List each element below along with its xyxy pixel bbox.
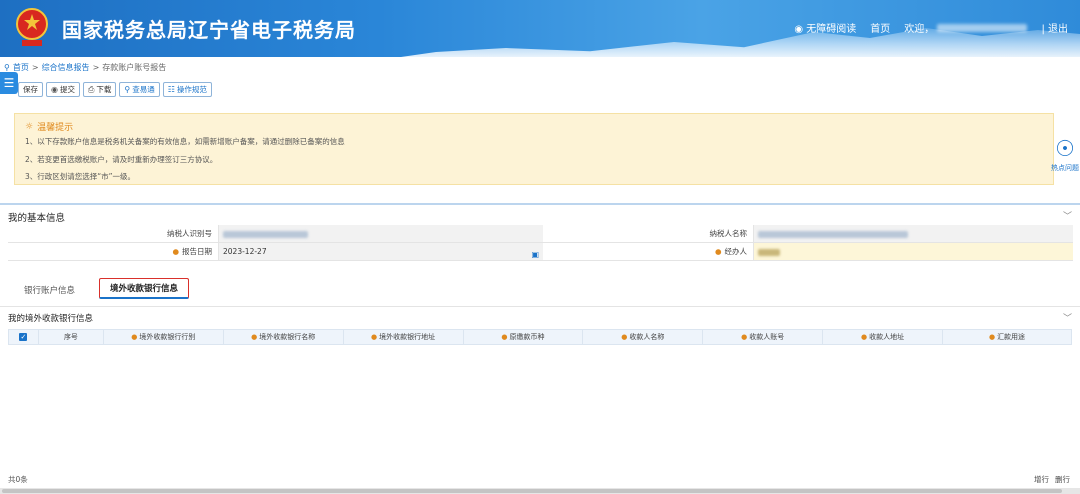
location-pin-icon: ⚲ (4, 63, 10, 72)
menu-toggle-button[interactable]: ☰ (0, 72, 18, 94)
handler-label: ● 经办人 (714, 247, 747, 256)
user-name-redacted (937, 24, 1028, 32)
form-row: 纳税人识别号 纳税人名称 (8, 225, 1073, 243)
download-icon: ⎙ (87, 84, 95, 94)
lightbulb-icon: ☼ (25, 121, 34, 132)
tab-overseas-banks[interactable]: 境外收款银行信息 (99, 278, 190, 299)
handler-field[interactable] (753, 243, 1073, 260)
column-header: ● 收款人名称 (582, 329, 704, 345)
section-title: 我的境外收款银行信息 (8, 314, 94, 324)
toolbar: 保存 ◉ 提交 ⎙ 下载 ⚲ 查易通 ☷ 操作规范 (18, 82, 212, 97)
breadcrumb-current: 存款账户账号报告 (102, 63, 167, 72)
submit-button[interactable]: ◉ 提交 (46, 82, 80, 97)
taxpayer-name-field (753, 225, 1073, 242)
basic-info-form: 纳税人识别号 纳税人名称 ● 报告日期 2023-12-27 ▣ ● 经办人 (8, 225, 1073, 261)
search-icon: ⚲ (124, 85, 131, 94)
report-date-field[interactable]: 2023-12-27 ▣ (218, 243, 543, 260)
delete-row-button[interactable]: 删行 (1055, 474, 1070, 485)
home-link[interactable]: 首页 (870, 20, 890, 35)
record-count: 共0条 (8, 475, 28, 484)
row-actions: 增行 删行 (1034, 474, 1070, 485)
header-nav: ◉ 无障碍阅读 首页 欢迎， | 退出 (794, 20, 1068, 35)
check-circle-icon: ◉ (51, 85, 58, 94)
select-all-checkbox[interactable]: ✓ (8, 329, 39, 345)
national-emblem-icon (16, 8, 48, 46)
tip-line: 1、以下存款账户信息是税务机关备案的有效信息，如需新增账户备案，请通过删除已备案… (25, 137, 345, 146)
site-title: 国家税务总局辽宁省电子税务局 (62, 18, 356, 42)
download-button[interactable]: ⎙ 下载 (82, 82, 117, 97)
chevron-down-icon: ﹀ (1062, 314, 1072, 324)
overseas-table: ✓ 序号 ● 境外收款银行行别 ● 境外收款银行名称 ● 境外收款银行地址 ● 原缴款币… (8, 329, 1072, 345)
horizontal-scrollbar[interactable] (0, 488, 1080, 494)
tips-title: ☼ 温馨提示 (25, 121, 74, 134)
breadcrumb: ⚲ 首页 > 综合信息报告 > 存款账户账号报告 (4, 62, 167, 73)
column-header: ● 汇款用途 (942, 329, 1072, 345)
basic-info-header[interactable]: 我的基本信息 ﹀ (0, 203, 1080, 224)
cursor-click-icon: ☉ (1055, 137, 1075, 162)
hotspot-help-button[interactable]: ☉ 热点问题 (1050, 137, 1080, 183)
column-header: ● 境外收款银行行别 (102, 329, 224, 345)
eye-icon: ◉ (794, 24, 804, 35)
column-header: ● 境外收款银行地址 (342, 329, 464, 345)
chevron-down-icon: ﹀ (1062, 212, 1072, 222)
hamburger-icon: ☰ (3, 76, 15, 90)
taxpayer-id-field (218, 225, 543, 242)
tip-line: 3、行政区划请您选择“市”一级。 (25, 172, 136, 181)
table-header-row: ✓ 序号 ● 境外收款银行行别 ● 境外收款银行名称 ● 境外收款银行地址 ● 原缴款币… (8, 329, 1072, 345)
welcome-text: 欢迎， (904, 20, 1028, 35)
column-header: ● 收款人账号 (702, 329, 824, 345)
overseas-header[interactable]: 我的境外收款银行信息 ﹀ (0, 306, 1080, 326)
calendar-icon[interactable]: ▣ (531, 246, 539, 264)
people-icon: ☷ (167, 85, 175, 94)
tab-bank-accounts[interactable]: 银行账户信息 (14, 281, 85, 299)
report-date-label: ● 报告日期 (8, 243, 218, 260)
column-header: 序号 (37, 329, 104, 345)
scrollbar-thumb[interactable] (2, 489, 1062, 493)
save-button[interactable]: 保存 (18, 82, 43, 97)
form-row: ● 报告日期 2023-12-27 ▣ ● 经办人 (8, 243, 1073, 261)
tips-panel: ☼ 温馨提示 1、以下存款账户信息是税务机关备案的有效信息，如需新增账户备案，请… (14, 113, 1054, 185)
redacted-value (758, 230, 908, 238)
breadcrumb-section[interactable]: 综合信息报告 (42, 62, 90, 73)
redacted-value (223, 230, 308, 238)
column-header: ● 收款人地址 (822, 329, 944, 345)
site-header: 国家税务总局辽宁省电子税务局 ◉ 无障碍阅读 首页 欢迎， | 退出 (0, 0, 1080, 57)
lookup-button[interactable]: ⚲ 查易通 (119, 82, 160, 97)
checkbox-icon: ✓ (19, 333, 28, 341)
column-header: ● 原缴款币种 (462, 329, 584, 345)
taxpayer-id-label: 纳税人识别号 (8, 225, 218, 242)
redacted-value (758, 248, 780, 256)
tip-line: 2、若变更首选缴税账户，请及时重新办理签订三方协议。 (25, 155, 218, 164)
guide-button[interactable]: ☷ 操作规范 (162, 82, 212, 97)
tab-bar: 银行账户信息 境外收款银行信息 (14, 278, 190, 299)
logout-link[interactable]: | 退出 (1041, 20, 1068, 35)
accessibility-link[interactable]: ◉ 无障碍阅读 (794, 20, 856, 35)
column-header: ● 境外收款银行名称 (222, 329, 344, 345)
add-row-button[interactable]: 增行 (1034, 474, 1049, 485)
section-title: 我的基本信息 (8, 213, 66, 224)
taxpayer-name-label: 纳税人名称 (709, 229, 748, 238)
